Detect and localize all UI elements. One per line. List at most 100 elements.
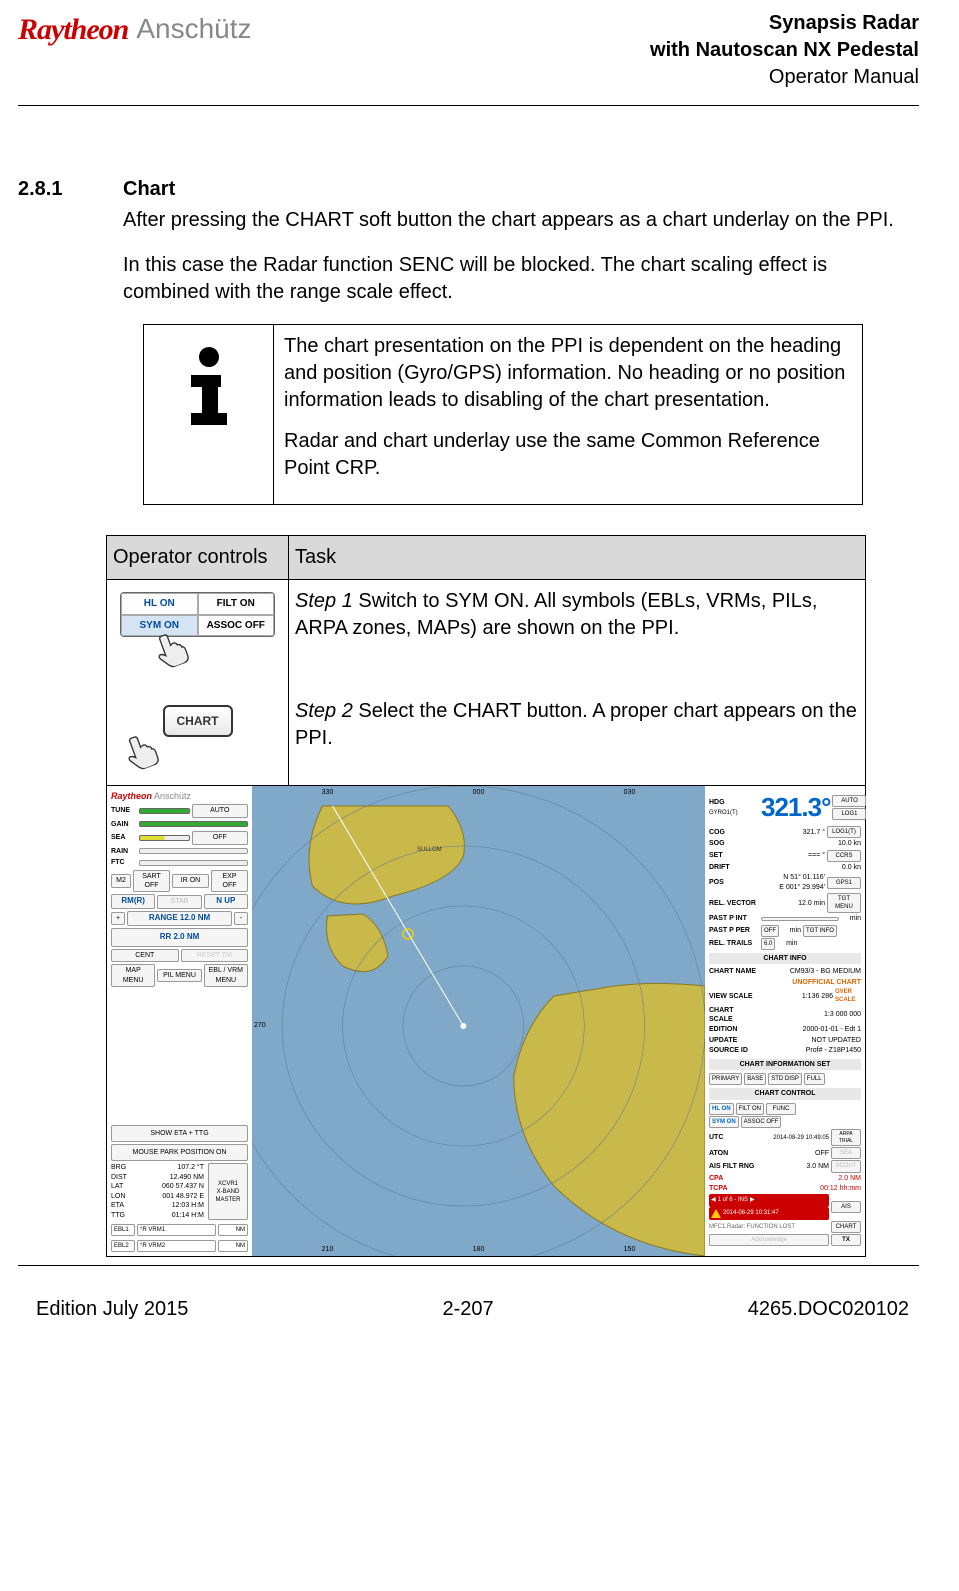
- assoc-off-button[interactable]: ASSOC OFF: [198, 615, 275, 637]
- auto-button[interactable]: AUTO: [192, 804, 249, 817]
- info-p2: Radar and chart underlay use the same Co…: [284, 428, 852, 482]
- sea-off-button[interactable]: OFF: [192, 831, 249, 844]
- radar-screenshot-cell: Raytheon Anschütz TUNEAUTO GAIN SEAOFF R…: [107, 786, 866, 1257]
- ack-button[interactable]: Acknowledge: [709, 1234, 829, 1246]
- rm-button[interactable]: RM(R): [111, 894, 155, 909]
- sea-bar: [139, 835, 190, 841]
- drift-label: DRIFT: [709, 863, 759, 872]
- sourceid-value: Prof# - Z18P1450: [761, 1046, 861, 1055]
- chart-side-button[interactable]: CHART: [831, 1221, 861, 1233]
- footer-left: Edition July 2015: [36, 1296, 188, 1323]
- ccrs-button[interactable]: CCRS: [827, 850, 861, 862]
- ebl1-button[interactable]: EBL1: [111, 1224, 135, 1236]
- rain-label: RAIN: [111, 847, 137, 856]
- overscale-label: OVER SCALE: [835, 988, 861, 1004]
- alert-time-box: 2014-08-29 10:31:47: [709, 1207, 829, 1220]
- filt-on-button[interactable]: FILT ON: [736, 1103, 764, 1115]
- cent-button[interactable]: CENT: [111, 949, 179, 962]
- ebl2-button[interactable]: EBL2: [111, 1240, 135, 1252]
- log1-button[interactable]: LOG1: [832, 808, 866, 820]
- lon-value: 001 48.972 E: [162, 1192, 204, 1201]
- doc-title-line3: Operator Manual: [650, 64, 919, 91]
- stddisp-button[interactable]: STD DISP: [768, 1073, 802, 1085]
- hl-on-button[interactable]: HL ON: [709, 1103, 734, 1115]
- radar-left-panel: Raytheon Anschütz TUNEAUTO GAIN SEAOFF R…: [107, 786, 252, 1256]
- xcvr-a: XCVR1: [212, 1180, 244, 1188]
- tgtinfo-button[interactable]: TGT INFO: [803, 925, 837, 937]
- ebl-menu-button[interactable]: EBL / VRM MENU: [204, 964, 248, 987]
- m2-button[interactable]: M2: [111, 874, 131, 887]
- aton-value: OFF: [761, 1149, 829, 1158]
- reltrails-label: REL. TRAILS: [709, 939, 759, 948]
- pastpper-value[interactable]: OFF: [761, 925, 779, 937]
- sourceid-label: SOURCE ID: [709, 1046, 759, 1055]
- brg-label: BRG: [111, 1163, 126, 1172]
- gps1-button[interactable]: GPS1: [827, 877, 861, 889]
- filt-on-button[interactable]: FILT ON: [198, 593, 275, 615]
- exp-button[interactable]: EXP OFF: [211, 870, 248, 893]
- tick-210: 210: [322, 1245, 334, 1254]
- scout-button[interactable]: SCOUT: [831, 1160, 861, 1172]
- aton-label: ATON: [709, 1149, 759, 1158]
- log1t-button[interactable]: LOG1(T): [827, 826, 861, 838]
- radar-ppi[interactable]: 330 000 030 270 210 180 150 SULLOM: [252, 786, 705, 1256]
- auto-button[interactable]: AUTO: [832, 795, 866, 807]
- footer-right: 4265.DOC020102: [748, 1296, 909, 1323]
- tick-030: 030: [624, 788, 636, 797]
- ir-button[interactable]: IR ON: [172, 874, 209, 887]
- dist-label: DIST: [111, 1173, 127, 1182]
- arpa-trial-button[interactable]: ARPA TRIAL: [831, 1129, 861, 1147]
- chartscale-label: CHART SCALE: [709, 1006, 759, 1025]
- page-header: Raytheon Anschütz Synapsis Radar with Na…: [18, 10, 919, 97]
- base-button[interactable]: BASE: [744, 1073, 766, 1085]
- hand-pointer-icon: [118, 728, 164, 774]
- pos-v2: E 001° 29.994': [779, 884, 825, 891]
- reltrails-unit: min: [777, 939, 797, 948]
- primary-button[interactable]: PRIMARY: [709, 1073, 742, 1085]
- full-button[interactable]: FULL: [804, 1073, 825, 1085]
- gain-label: GAIN: [111, 820, 137, 829]
- warning-icon: [711, 1209, 721, 1218]
- assoc-off-button[interactable]: ASSOC OFF: [741, 1116, 782, 1128]
- info-p1: The chart presentation on the PPI is dep…: [284, 333, 852, 414]
- hl-on-button[interactable]: HL ON: [121, 593, 198, 615]
- sart-button[interactable]: SART OFF: [133, 870, 170, 893]
- chart-button-graphic: CHART: [113, 705, 282, 777]
- tick-330: 330: [322, 788, 334, 797]
- reset-button[interactable]: RESET TM: [181, 949, 249, 962]
- map-menu-button[interactable]: MAP MENU: [111, 964, 155, 987]
- update-value: NOT UPDATED: [761, 1036, 861, 1045]
- pil-menu-button[interactable]: PIL MENU: [157, 969, 201, 982]
- task-cell: Step 1 Switch to SYM ON. All symbols (EB…: [289, 580, 866, 786]
- stab-button[interactable]: STAB: [157, 895, 201, 908]
- range-plus-button[interactable]: +: [111, 912, 125, 925]
- range-button[interactable]: RANGE 12.0 NM: [127, 911, 232, 926]
- alert-box[interactable]: ◀1 of 6 - INS▶: [709, 1194, 829, 1206]
- reltrails-value[interactable]: 6.0: [761, 938, 775, 950]
- vrm1-button[interactable]: °R VRM1: [137, 1224, 216, 1236]
- tgtmenu-button[interactable]: TGT MENU: [827, 893, 861, 913]
- pos-v1: N 51° 01.116': [783, 874, 825, 881]
- col-controls: Operator controls: [107, 536, 289, 580]
- nm-label: NM: [218, 1224, 248, 1236]
- utc-label: UTC: [709, 1133, 759, 1142]
- nup-button[interactable]: N UP: [204, 894, 248, 909]
- range-minus-button[interactable]: -: [234, 912, 248, 925]
- hdg-label: HDG: [709, 799, 725, 806]
- cpa-label: CPA: [709, 1174, 759, 1183]
- chart-button[interactable]: CHART: [163, 705, 233, 737]
- rr-button[interactable]: RR 2.0 NM: [111, 928, 248, 947]
- func-button[interactable]: FUNC: [766, 1103, 796, 1115]
- doc-title-line1: Synapsis Radar: [650, 10, 919, 37]
- sog-value: 10.0 kn: [761, 839, 861, 848]
- ais-button[interactable]: AIS: [831, 1201, 861, 1213]
- brand-logo: Raytheon Anschütz: [18, 10, 252, 51]
- pastpper-label: PAST P PER: [709, 926, 759, 935]
- sym-on-button[interactable]: SYM ON: [709, 1116, 739, 1128]
- header-rule: [18, 105, 919, 106]
- sea-button[interactable]: SEA: [831, 1147, 861, 1159]
- vrm2-button[interactable]: °R VRM2: [137, 1240, 216, 1252]
- show-eta-button[interactable]: SHOW ETA + TTG: [111, 1125, 248, 1142]
- mouse-park-button[interactable]: MOUSE PARK POSITION ON: [111, 1144, 248, 1161]
- tx-button[interactable]: TX: [831, 1234, 861, 1246]
